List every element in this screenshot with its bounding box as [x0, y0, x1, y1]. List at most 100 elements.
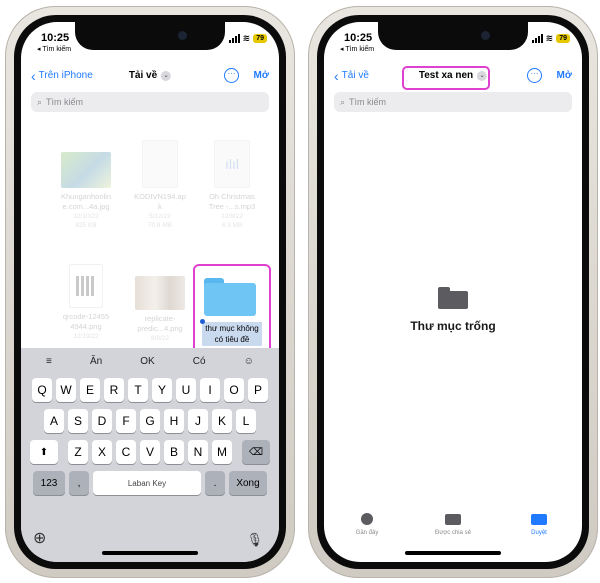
back-to-app-link[interactable]: ◂ Tìm kiếm — [340, 45, 374, 53]
file-item[interactable]: KODIVN194.ap k 5/12/22 70.8 MB — [125, 140, 195, 230]
file-item[interactable]: replicate-predic...4.png 8/8/22 — [125, 276, 195, 343]
key[interactable]: K — [212, 409, 232, 433]
key[interactable]: M — [212, 440, 232, 464]
battery-icon: 79 — [253, 34, 267, 43]
shift-icon: ⬆ — [39, 446, 49, 458]
wifi-icon: ≋ — [545, 33, 554, 43]
key[interactable]: Z — [68, 440, 88, 464]
more-options-icon[interactable]: ··· — [224, 68, 239, 83]
suggestion[interactable]: Có — [193, 356, 206, 367]
key[interactable]: L — [236, 409, 256, 433]
menu-icon[interactable]: ≡ — [46, 356, 52, 367]
back-button-label: Tải về — [341, 70, 369, 81]
file-date: 12/10/22 — [73, 213, 99, 220]
status-time: 10:25 — [344, 32, 373, 44]
tab-browse[interactable]: Duyệt — [504, 510, 574, 544]
key[interactable]: X — [92, 440, 112, 464]
back-button[interactable]: ‹ Tải về — [334, 69, 369, 83]
tab-recents[interactable]: Gần đây — [332, 510, 402, 544]
highlight-box — [193, 264, 271, 360]
file-name: replicate-predic...4.png — [137, 314, 183, 333]
nav-bar: ‹ Trên iPhone Tải về ⌄ ··· Mở — [21, 64, 279, 90]
key[interactable]: A — [44, 409, 64, 433]
file-date: 12/19/22 — [73, 333, 99, 340]
key[interactable]: Y — [152, 378, 172, 402]
open-button[interactable]: Mở — [557, 70, 572, 81]
phone-right: 10:25 ◂ Tìm kiếm ≋ 79 ‹ Tải về Test xa n… — [308, 6, 598, 578]
suggestion-bar: ≡ Ăn OK Có ☺ — [21, 348, 279, 374]
back-to-app-link[interactable]: ◂ Tìm kiếm — [37, 45, 71, 53]
chevron-left-icon: ‹ — [31, 67, 36, 84]
globe-icon[interactable]: ⊕ — [33, 528, 46, 548]
search-placeholder: Tìm kiếm — [46, 97, 84, 107]
phone-left: 10:25 ◂ Tìm kiếm ≋ 79 ‹ Trên iPhone Tải … — [5, 6, 295, 578]
key[interactable]: I — [200, 378, 220, 402]
key[interactable]: V — [140, 440, 160, 464]
numbers-key[interactable]: 123 — [33, 471, 65, 495]
qr-code-thumbnail — [69, 264, 103, 308]
key[interactable]: C — [116, 440, 136, 464]
key[interactable]: J — [188, 409, 208, 433]
tab-bar: Gần đây Được chia sẻ Duyệt — [324, 510, 582, 544]
file-item[interactable]: Khunganhonlin e.com...4a.jpg 12/10/22 825… — [51, 152, 121, 230]
file-size: 825 KB — [75, 222, 97, 229]
key[interactable]: B — [164, 440, 184, 464]
suggestion[interactable]: Ăn — [90, 356, 102, 367]
microphone-icon[interactable]: 🎙 — [246, 532, 263, 548]
file-size: 70.8 MB — [147, 222, 173, 229]
key[interactable]: R — [104, 378, 124, 402]
file-date: 12/9/22 — [221, 213, 243, 220]
suggestion[interactable]: OK — [140, 356, 154, 367]
key[interactable]: W — [56, 378, 76, 402]
key[interactable]: N — [188, 440, 208, 464]
file-name: Khunganhonlin e.com...4a.jpg — [60, 192, 112, 211]
file-item[interactable]: qrcode-12455 4944.png 12/19/22 — [51, 264, 121, 341]
file-item[interactable]: ılıl Oh Christmas Tree -...s.mp3 12/9/22 … — [197, 140, 267, 230]
key[interactable]: S — [68, 409, 88, 433]
key[interactable]: O — [224, 378, 244, 402]
tab-label: Duyệt — [531, 530, 547, 536]
key[interactable]: D — [92, 409, 112, 433]
shared-folder-icon — [445, 513, 461, 525]
search-input[interactable]: ⌕ Tìm kiếm — [31, 92, 269, 112]
back-button[interactable]: ‹ Trên iPhone — [31, 67, 93, 84]
emoji-icon[interactable]: ☺ — [244, 356, 254, 367]
key[interactable]: U — [176, 378, 196, 402]
tab-shared[interactable]: Được chia sẻ — [418, 510, 488, 544]
shift-key[interactable]: ⬆ — [30, 440, 58, 464]
status-bar: 10:25 ◂ Tìm kiếm ≋ 79 — [21, 22, 279, 62]
delete-key[interactable]: ⌫ — [242, 440, 270, 464]
signal-icon — [531, 34, 543, 43]
key[interactable]: Q — [32, 378, 52, 402]
search-input[interactable]: ⌕ Tìm kiếm — [334, 92, 572, 112]
folder-title-menu[interactable]: Tải về ⌄ — [128, 70, 172, 81]
files-screen-left: 10:25 ◂ Tìm kiếm ≋ 79 ‹ Trên iPhone Tải … — [21, 22, 279, 562]
wifi-icon: ≋ — [242, 33, 251, 43]
home-indicator — [102, 551, 198, 555]
keyboard: ≡ Ăn OK Có ☺ Q W E R T Y U I O P A S D F… — [21, 348, 279, 562]
key[interactable]: P — [248, 378, 268, 402]
tab-label: Được chia sẻ — [435, 530, 471, 536]
key[interactable]: G — [140, 409, 160, 433]
done-key[interactable]: Xong — [229, 471, 267, 495]
key[interactable]: F — [116, 409, 136, 433]
key[interactable]: T — [128, 378, 148, 402]
space-key[interactable]: Laban Key — [93, 471, 201, 495]
key[interactable]: H — [164, 409, 184, 433]
folder-icon — [531, 513, 547, 525]
status-bar: 10:25 ◂ Tìm kiếm ≋ 79 — [324, 22, 582, 62]
comma-key[interactable]: , — [69, 471, 89, 495]
search-placeholder: Tìm kiếm — [349, 97, 387, 107]
open-button[interactable]: Mở — [254, 70, 269, 81]
page-title: Tải về — [128, 70, 158, 81]
document-icon — [142, 140, 178, 188]
empty-state: Thư mục trống — [324, 287, 582, 333]
period-key[interactable]: . — [205, 471, 225, 495]
key[interactable]: E — [80, 378, 100, 402]
file-size: 6.3 MB — [221, 222, 243, 229]
file-name: KODIVN194.ap k — [134, 192, 186, 211]
search-icon: ⌕ — [37, 96, 43, 107]
more-options-icon[interactable]: ··· — [527, 68, 542, 83]
home-indicator — [405, 551, 501, 555]
clock-icon — [361, 513, 373, 525]
